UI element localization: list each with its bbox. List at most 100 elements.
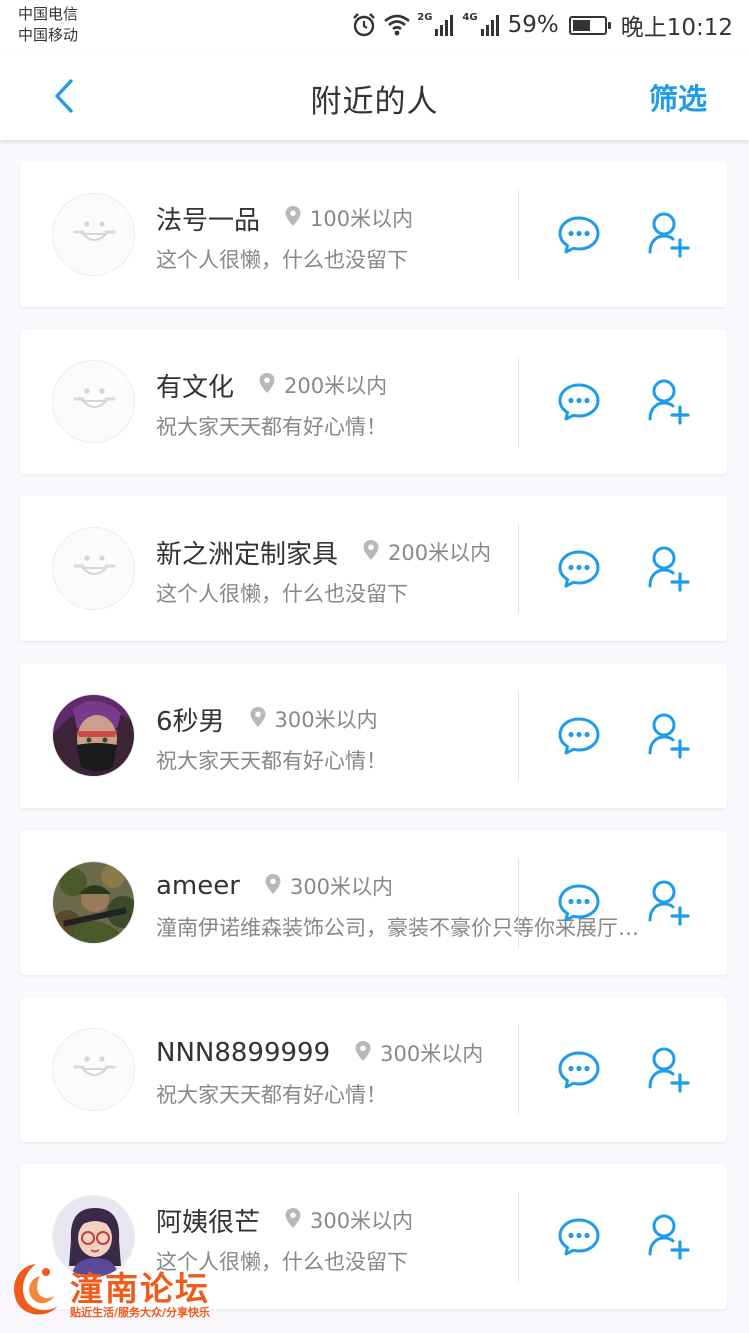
network-type-1: 2G bbox=[417, 11, 433, 23]
person-info: ameer 300米以内 潼南伊诺维森装饰公司，豪装不豪价只等你来展厅… bbox=[156, 866, 696, 942]
chat-bubble-icon bbox=[558, 1218, 600, 1256]
add-friend-button[interactable] bbox=[646, 878, 692, 926]
chat-bubble-icon bbox=[558, 216, 600, 254]
add-friend-button[interactable] bbox=[646, 1212, 692, 1260]
person-card[interactable]: 6秒男 300米以内 祝大家天天都有好心情！ bbox=[20, 663, 727, 808]
page-title: 附近的人 bbox=[310, 84, 439, 120]
person-card[interactable]: NNN8899999 300米以内 祝大家天天都有好心情！ bbox=[20, 997, 727, 1142]
divider bbox=[518, 1192, 519, 1282]
person-info: 有文化 200米以内 祝大家天天都有好心情！ bbox=[156, 365, 696, 441]
avatar[interactable] bbox=[52, 527, 135, 610]
distance-label: 300米以内 bbox=[310, 1209, 414, 1233]
add-friend-button[interactable] bbox=[646, 711, 692, 759]
distance-label: 300米以内 bbox=[380, 1042, 484, 1066]
chat-button[interactable] bbox=[556, 1047, 602, 1093]
location-pin-icon bbox=[250, 707, 266, 727]
name-row: ameer 300米以内 bbox=[156, 866, 696, 906]
avatar[interactable] bbox=[52, 1028, 135, 1111]
masked-character-avatar bbox=[53, 695, 134, 776]
person-name: 新之洲定制家具 bbox=[156, 539, 339, 570]
name-row: 阿姨很芒 300米以内 bbox=[156, 1200, 696, 1240]
chat-button[interactable] bbox=[556, 212, 602, 258]
location-pin bbox=[284, 205, 302, 231]
name-row: NNN8899999 300米以内 bbox=[156, 1033, 696, 1073]
name-row: 6秒男 300米以内 bbox=[156, 699, 696, 739]
carrier-info: 中国电信 中国移动 bbox=[18, 4, 78, 46]
person-name: ameer bbox=[156, 871, 240, 901]
person-card[interactable]: 有文化 200米以内 祝大家天天都有好心情！ bbox=[20, 329, 727, 474]
add-friend-icon bbox=[648, 379, 690, 425]
add-friend-icon bbox=[648, 880, 690, 926]
location-pin-icon bbox=[363, 540, 379, 560]
divider bbox=[518, 524, 519, 614]
add-friend-icon bbox=[648, 1047, 690, 1093]
avatar[interactable] bbox=[52, 360, 135, 443]
default-avatar-icon bbox=[53, 1029, 134, 1110]
location-pin bbox=[249, 706, 267, 732]
add-friend-button[interactable] bbox=[646, 210, 692, 258]
person-info: NNN8899999 300米以内 祝大家天天都有好心情！ bbox=[156, 1033, 696, 1109]
person-name: 有文化 bbox=[156, 372, 235, 403]
filter-button[interactable]: 筛选 bbox=[649, 76, 707, 118]
nearby-people-list: 法号一品 100米以内 这个人很懒，什么也没留下 有文化 200米以内 祝大家天天都有好心… bbox=[20, 162, 727, 1331]
alarm-icon bbox=[353, 13, 376, 37]
name-row: 法号一品 100米以内 bbox=[156, 198, 696, 238]
distance-label: 200米以内 bbox=[284, 374, 388, 398]
battery-icon bbox=[568, 15, 611, 35]
chat-button[interactable] bbox=[556, 1214, 602, 1260]
avatar[interactable] bbox=[52, 193, 135, 276]
person-name: 阿姨很芒 bbox=[156, 1207, 261, 1238]
divider bbox=[518, 691, 519, 781]
status-icons: 2G 4G 59% 晚上10:12 bbox=[351, 8, 733, 42]
name-row: 新之洲定制家具 200米以内 bbox=[156, 532, 696, 572]
location-pin bbox=[284, 1207, 302, 1233]
person-card[interactable]: 法号一品 100米以内 这个人很懒，什么也没留下 bbox=[20, 162, 727, 307]
divider bbox=[518, 190, 519, 280]
location-pin bbox=[354, 1040, 372, 1066]
wifi-icon bbox=[384, 14, 411, 36]
chat-button[interactable] bbox=[556, 880, 602, 926]
person-card[interactable]: 新之洲定制家具 200米以内 这个人很懒，什么也没留下 bbox=[20, 496, 727, 641]
signal-icon bbox=[435, 15, 454, 36]
person-name: 法号一品 bbox=[156, 205, 261, 236]
status-bar: 中国电信 中国移动 2G 4G 59% 晚上10:12 bbox=[0, 0, 749, 52]
chat-button[interactable] bbox=[556, 379, 602, 425]
chat-button[interactable] bbox=[556, 546, 602, 592]
distance-label: 100米以内 bbox=[310, 207, 414, 231]
carrier-1: 中国电信 bbox=[18, 5, 79, 23]
add-friend-button[interactable] bbox=[646, 1045, 692, 1093]
distance-label: 200米以内 bbox=[388, 541, 492, 565]
location-pin bbox=[264, 873, 282, 899]
add-friend-button[interactable] bbox=[646, 544, 692, 592]
network-type-2: 4G bbox=[462, 11, 478, 23]
distance-label: 300米以内 bbox=[274, 708, 378, 732]
add-friend-icon bbox=[648, 713, 690, 759]
add-friend-button[interactable] bbox=[646, 377, 692, 425]
chat-bubble-icon bbox=[558, 383, 600, 421]
location-pin bbox=[362, 539, 380, 565]
location-pin-icon bbox=[259, 373, 275, 393]
divider bbox=[518, 858, 519, 948]
name-row: 有文化 200米以内 bbox=[156, 365, 696, 405]
chat-bubble-icon bbox=[558, 717, 600, 755]
location-pin-icon bbox=[265, 874, 281, 894]
signal-icon bbox=[480, 15, 499, 36]
person-info: 法号一品 100米以内 这个人很懒，什么也没留下 bbox=[156, 198, 696, 274]
chat-button[interactable] bbox=[556, 713, 602, 759]
distance-label: 300米以内 bbox=[289, 875, 394, 899]
avatar[interactable] bbox=[52, 861, 135, 944]
battery-percent: 59% bbox=[507, 12, 559, 38]
person-name: NNN8899999 bbox=[156, 1038, 331, 1068]
location-pin-icon bbox=[355, 1041, 371, 1061]
watermark-title: 潼南论坛 bbox=[70, 1269, 210, 1308]
add-friend-icon bbox=[648, 546, 690, 592]
divider bbox=[518, 357, 519, 447]
person-info: 6秒男 300米以内 祝大家天天都有好心情！ bbox=[156, 699, 696, 775]
person-card[interactable]: ameer 300米以内 潼南伊诺维森装饰公司，豪装不豪价只等你来展厅… bbox=[20, 830, 727, 975]
soldier-avatar bbox=[53, 862, 134, 943]
default-avatar-icon bbox=[53, 194, 134, 275]
person-info: 新之洲定制家具 200米以内 这个人很懒，什么也没留下 bbox=[156, 532, 696, 608]
default-avatar-icon bbox=[53, 528, 134, 609]
avatar[interactable] bbox=[52, 694, 135, 777]
carrier-2: 中国移动 bbox=[18, 26, 79, 44]
